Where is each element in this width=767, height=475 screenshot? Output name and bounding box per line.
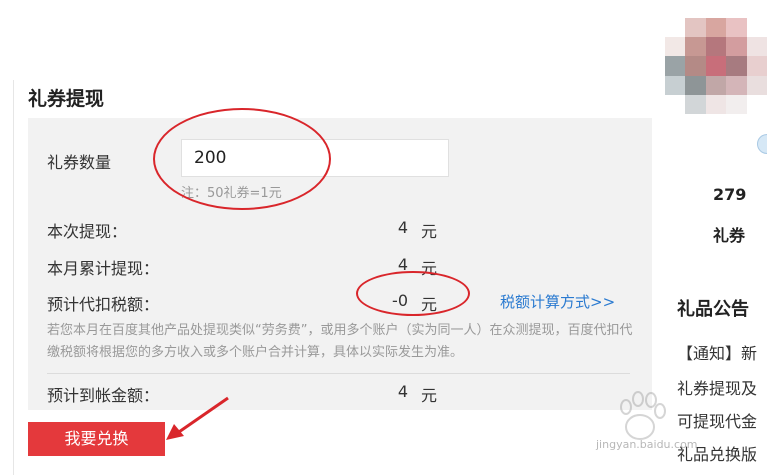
arrival-unit: 元 <box>421 386 438 405</box>
notice-title: 礼品公告 <box>677 299 749 320</box>
arrival-value: 4 <box>397 382 408 401</box>
watermark-text: jingyan.baidu.com <box>596 438 698 451</box>
level-badge-icon <box>757 134 767 154</box>
annotation-ellipse-quantity <box>153 108 331 210</box>
quantity-label: 礼券数量 <box>47 153 112 172</box>
notice-item[interactable]: 【通知】新 <box>677 340 757 364</box>
annotation-ellipse-tax <box>356 271 470 316</box>
withdraw-unit: 元 <box>421 222 438 241</box>
divider <box>47 373 630 374</box>
left-border <box>0 80 14 475</box>
withdraw-label: 本次提现： <box>47 222 128 241</box>
redeem-button[interactable]: 我要兑换 <box>28 422 165 456</box>
monthly-label: 本月累计提现： <box>47 259 160 278</box>
tax-description: 若您本月在百度其他产品处提现类似“劳务费”，或用多个账户（实为同一人）在众测提现… <box>47 323 633 360</box>
withdraw-value: 4 <box>397 218 408 237</box>
coupon-label: 礼券 <box>713 226 746 245</box>
tax-calculation-link[interactable]: 税额计算方式>> <box>500 291 615 312</box>
coupon-count: 279 <box>713 185 747 204</box>
section-title: 礼券提现 <box>28 88 105 110</box>
tax-label: 预计代扣税额： <box>47 295 160 314</box>
arrival-label: 预计到帐金额： <box>47 386 160 405</box>
blurred-avatar-icon <box>665 18 767 114</box>
red-annotation-arrow-icon <box>166 396 229 440</box>
